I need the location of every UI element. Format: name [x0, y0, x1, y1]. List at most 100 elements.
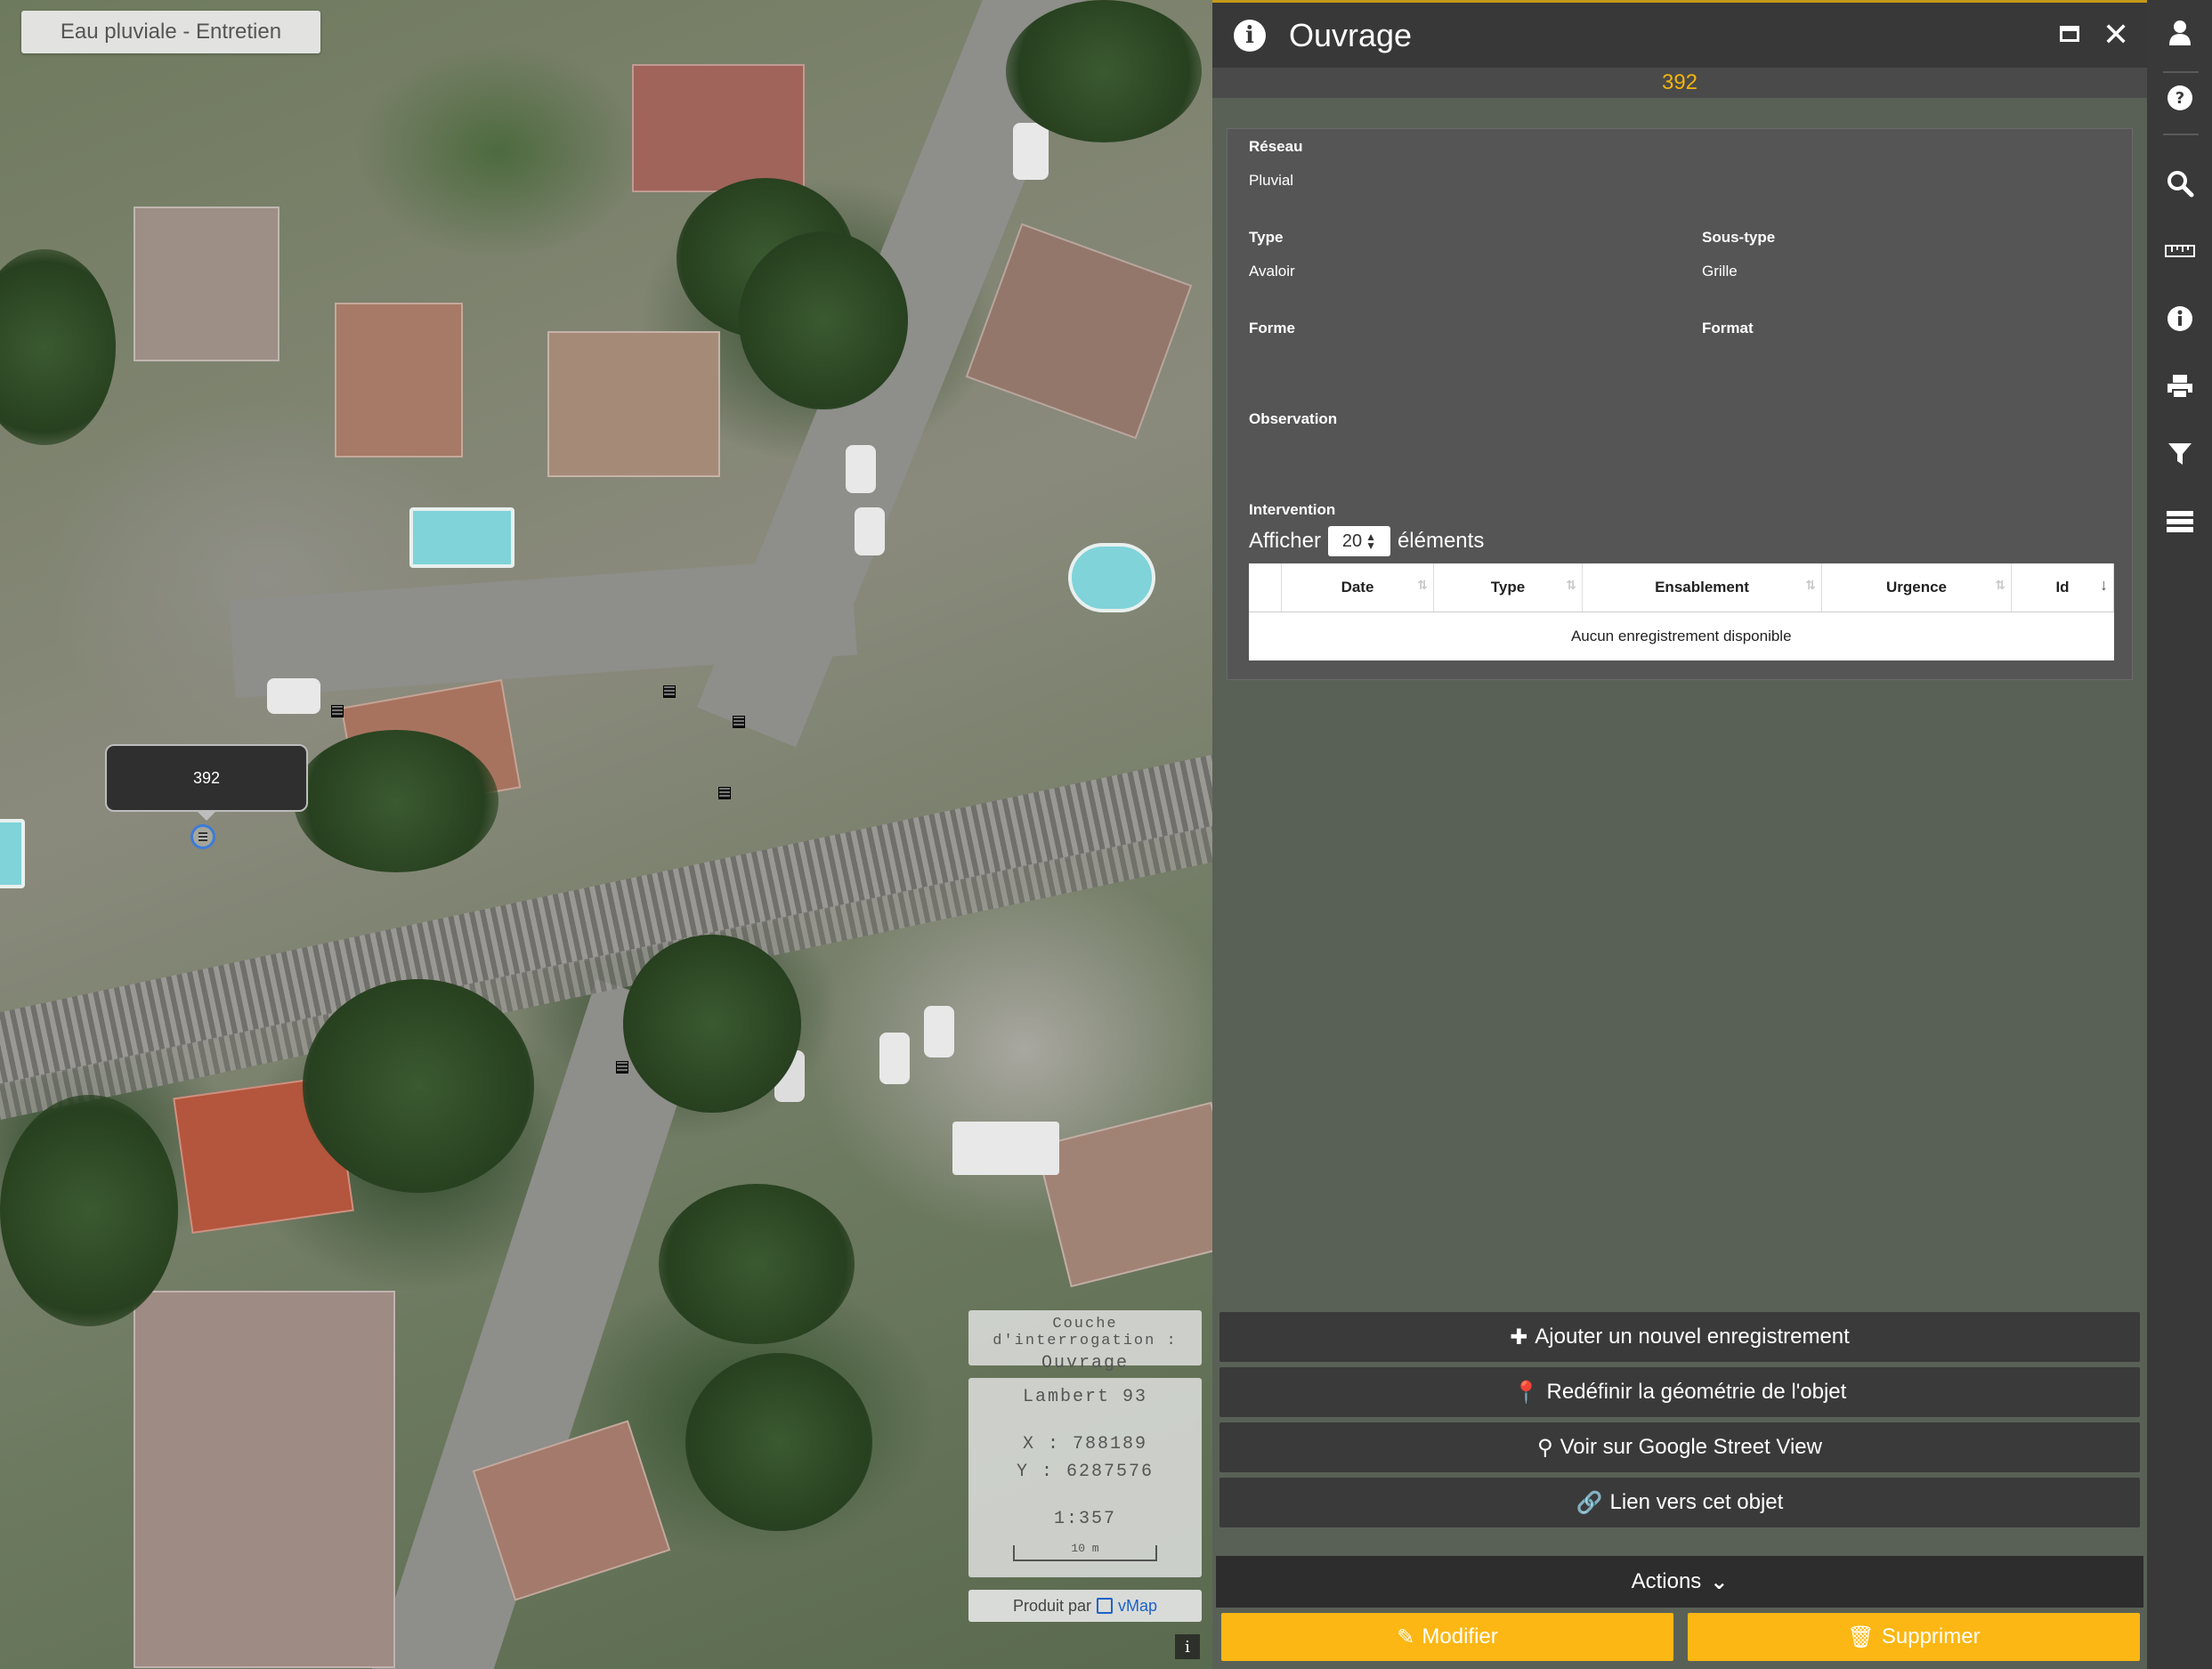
sort-icon: ⇅ [1566, 578, 1576, 592]
table-row-empty: Aucun enregistrement disponible [1249, 612, 2114, 661]
street-view-button[interactable]: ⚲ Voir sur Google Street View [1219, 1422, 2140, 1472]
feature-panel: i Ouvrage ✕ 392 Réseau Pluvial Type Aval… [1212, 0, 2147, 1669]
delete-button[interactable]: 🗑 Supprimer [1688, 1613, 2140, 1661]
column-header-urgence[interactable]: Urgence ⇅ [1821, 563, 2012, 612]
panel-header: i Ouvrage ✕ [1212, 0, 2147, 68]
projection-label: Lambert 93 [1022, 1387, 1148, 1407]
building [335, 303, 463, 458]
building [134, 1291, 395, 1668]
filter-icon[interactable] [2147, 427, 2212, 481]
info-icon[interactable] [2147, 292, 2212, 345]
column-header-id[interactable]: Id ↓ [2011, 563, 2114, 612]
trash-icon: 🗑 [1847, 1624, 1875, 1649]
layers-icon[interactable] [2147, 495, 2212, 548]
chevron-down-icon: ⌄ [1710, 1569, 1729, 1594]
credit-box[interactable]: Produit par vMap [968, 1590, 1202, 1622]
maximize-icon[interactable] [2060, 26, 2079, 42]
actions-dropdown-button[interactable]: Actions ⌄ [1216, 1556, 2143, 1608]
coordinates-box: Lambert 93 X : 788189 Y : 6287576 1:357 … [968, 1378, 1202, 1577]
actions-label: Actions [1631, 1569, 1702, 1593]
map-scale: 1:357 [1053, 1509, 1116, 1529]
feature-id: 392 [1212, 68, 2147, 98]
map-canvas[interactable]: Eau pluviale - Entretien 392 Couche d'in… [0, 0, 1212, 1669]
intervention-table: Date ⇅ Type ⇅ Ensablement ⇅ Urgence ⇅ Id ↓ Au… [1249, 563, 2114, 660]
close-icon[interactable]: ✕ [2103, 15, 2129, 54]
observation-label: Observation [1249, 410, 1338, 427]
empty-message: Aucun enregistrement disponible [1570, 628, 1792, 644]
tree [0, 1095, 178, 1326]
show-suffix: éléments [1397, 529, 1485, 553]
redefine-geometry-button[interactable]: 📍 Redéfinir la géométrie de l'objet [1219, 1367, 2140, 1417]
user-icon[interactable] [2147, 5, 2212, 59]
link-icon: 🔗 [1576, 1490, 1603, 1515]
forme-label: Forme [1249, 320, 1295, 336]
tree [303, 979, 534, 1193]
attribute-form: Réseau Pluvial Type Avaloir Sous-type Gr… [1227, 128, 2133, 680]
car [267, 678, 320, 714]
building [632, 64, 805, 192]
search-icon[interactable] [2147, 157, 2212, 210]
feature-grate[interactable] [616, 1061, 628, 1074]
tool-sidebar: ? [2147, 0, 2212, 1669]
map-info-button[interactable]: i [1175, 1634, 1200, 1659]
building [1035, 1101, 1212, 1288]
pushpin-icon: 📍 [1512, 1380, 1540, 1405]
column-header-type[interactable]: Type ⇅ [1433, 563, 1583, 612]
credit-brand[interactable]: vMap [1118, 1597, 1157, 1616]
query-layer-label: Couche d'interrogation : [993, 1316, 1178, 1349]
tree [623, 935, 801, 1113]
show-prefix: Afficher [1249, 529, 1321, 553]
add-record-button[interactable]: ✚ Ajouter un nouvel enregistrement [1219, 1312, 2140, 1362]
query-layer-box: Couche d'interrogation : Ouvrage [968, 1310, 1202, 1373]
ruler-icon[interactable] [2147, 224, 2212, 278]
delete-label: Supprimer [1881, 1624, 1981, 1649]
page-size-select[interactable]: 20 ▲ ▼ [1327, 526, 1390, 556]
feature-grate[interactable] [718, 787, 731, 799]
feature-grate[interactable] [663, 685, 676, 698]
column-header-date[interactable]: Date ⇅ [1281, 563, 1434, 612]
feature-grate[interactable] [331, 705, 344, 717]
svg-text:?: ? [2175, 89, 2184, 108]
building [965, 223, 1193, 440]
tree [685, 1353, 872, 1531]
select-column-header [1249, 563, 1282, 612]
object-link-button[interactable]: 🔗 Lien vers cet objet [1219, 1478, 2140, 1527]
edit-label: Modifier [1422, 1624, 1498, 1649]
print-icon[interactable] [2147, 360, 2212, 413]
sidebar-divider [2163, 134, 2199, 135]
sort-icon: ⇅ [1805, 578, 1816, 592]
help-icon[interactable]: ? [2147, 71, 2212, 125]
tree [294, 730, 498, 872]
soustype-label: Sous-type [1702, 229, 1776, 246]
car [879, 1033, 910, 1084]
panel-title: Ouvrage [1289, 16, 1413, 53]
selected-feature-marker[interactable] [190, 824, 215, 849]
feature-grate[interactable] [733, 716, 745, 728]
building [134, 207, 280, 361]
tree [659, 1184, 855, 1344]
y-coordinate: Y : 6287576 [1016, 1462, 1155, 1482]
edit-button[interactable]: ✎ Modifier [1221, 1613, 1673, 1661]
credit-prefix: Produit par [1012, 1596, 1092, 1615]
redefine-geometry-label: Redéfinir la géométrie de l'objet [1546, 1380, 1847, 1404]
reseau-value: Pluvial [1249, 172, 1294, 189]
pool [1068, 543, 1155, 612]
sort-icon: ⇅ [1417, 578, 1428, 592]
reseau-label: Réseau [1249, 138, 1303, 155]
scale-bar: 10 m [1013, 1542, 1157, 1561]
scale-bar-label: 10 m [1071, 1542, 1099, 1555]
info-icon: i [1234, 19, 1266, 52]
building [547, 331, 720, 477]
car [855, 507, 885, 555]
pool [409, 507, 515, 568]
spinner-icon: ▲ ▼ [1365, 531, 1376, 552]
query-layer-value: Ouvrage [1041, 1353, 1129, 1373]
column-header-ensablement[interactable]: Ensablement ⇅ [1582, 563, 1822, 612]
layer-chip[interactable]: Eau pluviale - Entretien [21, 11, 320, 53]
vmap-logo-icon [1097, 1598, 1114, 1614]
car [846, 445, 876, 493]
feature-tooltip: 392 [105, 744, 308, 821]
car [1013, 123, 1049, 180]
plus-icon: ✚ [1510, 1325, 1528, 1349]
page-length-control: Afficher 20 ▲ ▼ éléments [1249, 526, 1484, 556]
